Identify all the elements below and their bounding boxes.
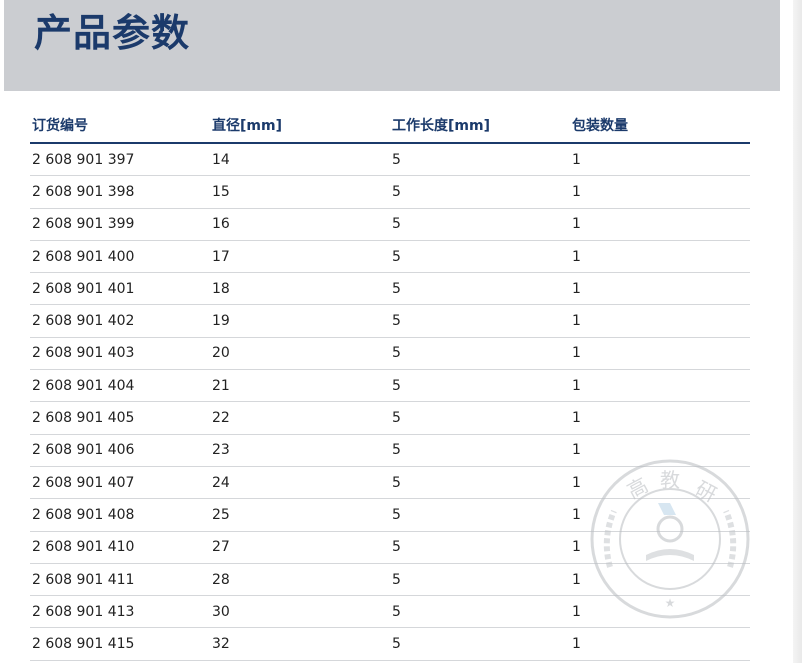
- table-row: 2 608 901 411 28 5 1: [30, 563, 750, 597]
- cell-order-number: 2 608 901 397: [30, 143, 210, 177]
- cell-package-quantity: 1: [570, 272, 750, 306]
- table-row: 2 608 901 404 21 5 1: [30, 369, 750, 403]
- cell-diameter: 27: [210, 531, 390, 564]
- cell-diameter: 19: [210, 304, 390, 338]
- cell-diameter: 14: [210, 143, 390, 177]
- cell-diameter: 17: [210, 240, 390, 274]
- cell-diameter: 32: [210, 627, 390, 661]
- table-row: 2 608 901 403 20 5 1: [30, 337, 750, 371]
- column-header-order-number: 订货编号: [30, 108, 210, 144]
- table-body: 2 608 901 397 14 5 1 2 608 901 398 15 5 …: [30, 143, 750, 661]
- column-header-diameter: 直径[mm]: [210, 108, 390, 144]
- table-row: 2 608 901 415 32 5 1: [30, 627, 750, 661]
- page-title: 产品参数: [34, 11, 191, 55]
- cell-package-quantity: 1: [570, 337, 750, 371]
- table-row: 2 608 901 410 27 5 1: [30, 531, 750, 564]
- cell-package-quantity: 1: [570, 627, 750, 661]
- cell-package-quantity: 1: [570, 531, 750, 564]
- cell-order-number: 2 608 901 404: [30, 369, 210, 403]
- cell-order-number: 2 608 901 413: [30, 595, 210, 629]
- cell-diameter: 16: [210, 208, 390, 241]
- cell-working-length: 5: [390, 595, 570, 629]
- cell-diameter: 24: [210, 466, 390, 500]
- cell-working-length: 5: [390, 272, 570, 306]
- cell-order-number: 2 608 901 411: [30, 563, 210, 597]
- cell-package-quantity: 1: [570, 595, 750, 629]
- cell-diameter: 25: [210, 498, 390, 532]
- cell-order-number: 2 608 901 407: [30, 466, 210, 500]
- page-edge: [793, 0, 802, 663]
- cell-order-number: 2 608 901 408: [30, 498, 210, 532]
- cell-package-quantity: 1: [570, 401, 750, 435]
- table-header-row: 订货编号 直径[mm] 工作长度[mm] 包装数量: [30, 108, 750, 144]
- cell-order-number: 2 608 901 415: [30, 627, 210, 661]
- cell-working-length: 5: [390, 434, 570, 467]
- cell-working-length: 5: [390, 143, 570, 177]
- cell-diameter: 20: [210, 337, 390, 371]
- table-row: 2 608 901 413 30 5 1: [30, 595, 750, 629]
- cell-working-length: 5: [390, 208, 570, 241]
- cell-working-length: 5: [390, 531, 570, 564]
- cell-package-quantity: 1: [570, 304, 750, 338]
- cell-package-quantity: 1: [570, 208, 750, 241]
- cell-working-length: 5: [390, 498, 570, 532]
- table-row: 2 608 901 398 15 5 1: [30, 175, 750, 209]
- cell-working-length: 5: [390, 175, 570, 209]
- table-row: 2 608 901 401 18 5 1: [30, 272, 750, 306]
- cell-working-length: 5: [390, 337, 570, 371]
- cell-order-number: 2 608 901 405: [30, 401, 210, 435]
- cell-order-number: 2 608 901 399: [30, 208, 210, 241]
- cell-working-length: 5: [390, 240, 570, 274]
- cell-working-length: 5: [390, 627, 570, 661]
- table-row: 2 608 901 405 22 5 1: [30, 401, 750, 435]
- cell-working-length: 5: [390, 466, 570, 500]
- cell-order-number: 2 608 901 402: [30, 304, 210, 338]
- cell-diameter: 30: [210, 595, 390, 629]
- cell-package-quantity: 1: [570, 369, 750, 403]
- cell-working-length: 5: [390, 401, 570, 435]
- table-row: 2 608 901 408 25 5 1: [30, 498, 750, 532]
- cell-diameter: 15: [210, 175, 390, 209]
- cell-package-quantity: 1: [570, 563, 750, 597]
- column-header-package-quantity: 包装数量: [570, 108, 750, 144]
- table-row: 2 608 901 399 16 5 1: [30, 208, 750, 241]
- cell-package-quantity: 1: [570, 240, 750, 274]
- cell-package-quantity: 1: [570, 434, 750, 467]
- table-row: 2 608 901 407 24 5 1: [30, 466, 750, 500]
- cell-package-quantity: 1: [570, 175, 750, 209]
- cell-diameter: 28: [210, 563, 390, 597]
- cell-diameter: 22: [210, 401, 390, 435]
- cell-order-number: 2 608 901 400: [30, 240, 210, 274]
- cell-order-number: 2 608 901 410: [30, 531, 210, 564]
- product-parameters-table: 订货编号 直径[mm] 工作长度[mm] 包装数量 2 608 901 397 …: [30, 108, 750, 661]
- cell-working-length: 5: [390, 369, 570, 403]
- cell-order-number: 2 608 901 401: [30, 272, 210, 306]
- column-header-working-length: 工作长度[mm]: [390, 108, 570, 144]
- cell-diameter: 23: [210, 434, 390, 467]
- cell-order-number: 2 608 901 403: [30, 337, 210, 371]
- table-row: 2 608 901 397 14 5 1: [30, 143, 750, 177]
- cell-diameter: 18: [210, 272, 390, 306]
- cell-package-quantity: 1: [570, 466, 750, 500]
- table-row: 2 608 901 406 23 5 1: [30, 434, 750, 467]
- cell-diameter: 21: [210, 369, 390, 403]
- cell-order-number: 2 608 901 406: [30, 434, 210, 467]
- header-band: 产品参数: [4, 0, 780, 91]
- table-row: 2 608 901 402 19 5 1: [30, 304, 750, 338]
- cell-order-number: 2 608 901 398: [30, 175, 210, 209]
- cell-package-quantity: 1: [570, 498, 750, 532]
- cell-working-length: 5: [390, 304, 570, 338]
- cell-working-length: 5: [390, 563, 570, 597]
- cell-package-quantity: 1: [570, 143, 750, 177]
- table-row: 2 608 901 400 17 5 1: [30, 240, 750, 274]
